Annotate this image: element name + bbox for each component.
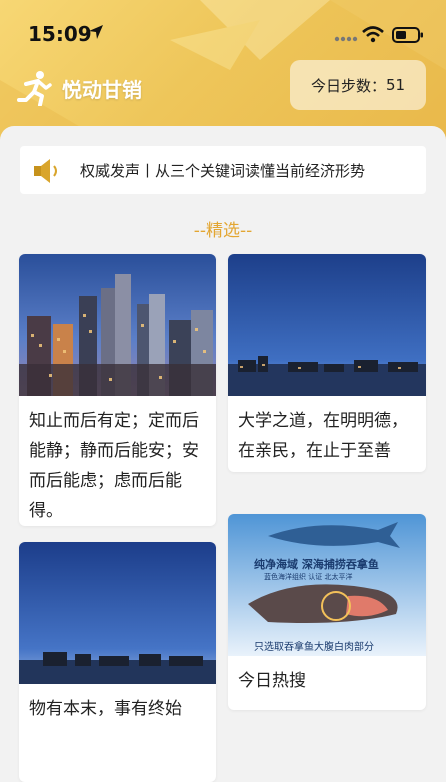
main-content: 权威发声丨从三个关键词读懂当前经济形势 --精选-- 知止而后有定；定而后能静；… [0,126,446,782]
runner-icon [17,71,52,106]
article-card-4[interactable]: 纯净海域 深海捕捞吞拿鱼 蓝色海洋组织 认证 北太平洋 只选取吞拿鱼大腹白肉部分… [228,514,426,710]
card-4-text: 今日热搜 [238,671,306,691]
app-bar: 悦动甘销 今日步数： 51 [0,60,446,114]
card-1-text: 知止而后有定；定而后能静；静而后能安；安而后能虑；虑而后能得。 [29,411,199,521]
card-2-text: 大学之道，在明明德，在亲民，在止于至善 [238,411,408,461]
steps-value: 51 [385,76,406,94]
location-arrow-icon [89,25,103,39]
article-card-1[interactable]: 知止而后有定；定而后能静；静而后能安；安而后能虑；虑而后能得。 [19,254,216,526]
section-title: --精选-- [193,221,253,241]
battery-icon [392,27,423,43]
signal-icon [334,36,358,42]
status-time: 15:09 [28,22,92,46]
wifi-icon [362,26,384,43]
steps-label: 今日步数： [310,76,386,95]
promo-line-2: 蓝色海洋组织 认证 北太平洋 [264,573,353,581]
tuna-promo-image [228,514,426,656]
promo-bottom-text: 只选取吞拿鱼大腹白肉部分 [254,642,374,653]
notice-text: 权威发声丨从三个关键词读懂当前经济形势 [80,162,366,180]
waterfront-skyline-image [19,542,216,684]
waterfront-skyline-image [228,254,426,396]
article-card-3[interactable]: 物有本末，事有终始 [19,542,216,782]
promo-line-1: 纯净海域 深海捕捞吞拿鱼 [254,558,379,571]
app-title: 悦动甘销 [62,78,142,102]
card-3-text: 物有本末，事有终始 [29,699,182,719]
speaker-icon [34,159,57,183]
city-skyline-image [19,254,216,396]
article-card-2[interactable]: 大学之道，在明明德，在亲民，在止于至善 [228,254,426,472]
steps-badge[interactable]: 今日步数： 51 [290,60,426,110]
notice-bar[interactable]: 权威发声丨从三个关键词读懂当前经济形势 [20,146,426,194]
